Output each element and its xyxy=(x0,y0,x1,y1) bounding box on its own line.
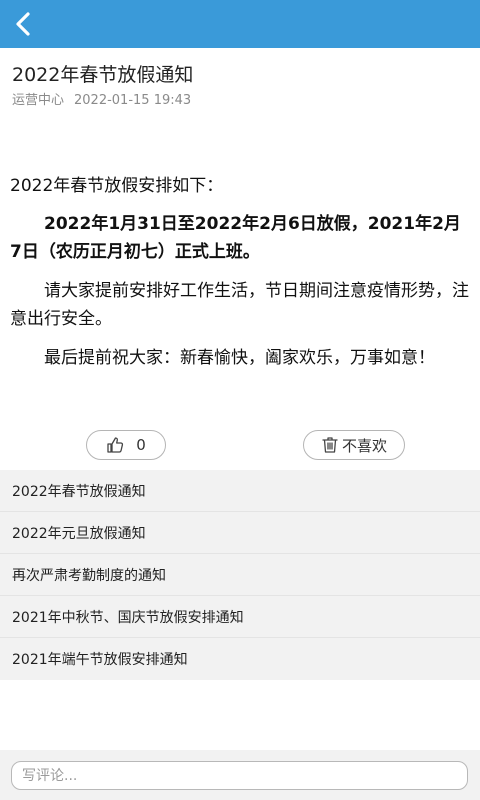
related-article-item[interactable]: 2021年中秋节、国庆节放假安排通知 xyxy=(0,596,480,638)
related-article-item[interactable]: 2022年元旦放假通知 xyxy=(0,512,480,554)
like-button[interactable]: 0 xyxy=(86,430,166,460)
article-source: 运营中心 xyxy=(12,93,65,108)
top-app-bar xyxy=(0,0,480,48)
like-count: 0 xyxy=(136,436,146,454)
related-articles-list: 2022年春节放假通知 2022年元旦放假通知 再次严肃考勤制度的通知 2021… xyxy=(0,470,480,680)
article-paragraph: 请大家提前安排好工作生活，节日期间注意疫情形势，注意出行安全。 xyxy=(10,281,469,329)
related-article-item[interactable]: 2021年端午节放假安排通知 xyxy=(0,638,480,680)
article-body: 2022年春节放假安排如下： 2022年1月31日至2022年2月6日放假，20… xyxy=(10,172,470,372)
article-paragraph: 2022年春节放假安排如下： xyxy=(10,176,224,196)
related-article-item[interactable]: 再次严肃考勤制度的通知 xyxy=(0,554,480,596)
dislike-button[interactable]: 不喜欢 xyxy=(303,430,405,460)
article-paragraph-bold: 2022年1月31日至2022年2月6日放假，2021年2月7日（农历正月初七）… xyxy=(10,214,461,262)
dislike-label: 不喜欢 xyxy=(341,436,387,455)
trash-icon xyxy=(322,437,338,453)
article-title: 2022年春节放假通知 xyxy=(12,64,194,86)
back-button[interactable] xyxy=(6,6,42,42)
related-article-item[interactable]: 2022年春节放假通知 xyxy=(0,470,480,512)
article-meta: 运营中心 2022-01-15 19:43 xyxy=(12,89,191,108)
thumbs-up-icon xyxy=(107,437,124,453)
article-paragraph: 最后提前祝大家：新春愉快，阖家欢乐，万事如意！ xyxy=(44,348,435,368)
chevron-left-icon xyxy=(16,12,30,36)
comment-input[interactable] xyxy=(11,761,468,790)
article-actions: 0 不喜欢 xyxy=(0,430,480,462)
comment-bar xyxy=(0,750,480,800)
article-date: 2022-01-15 19:43 xyxy=(74,93,192,108)
